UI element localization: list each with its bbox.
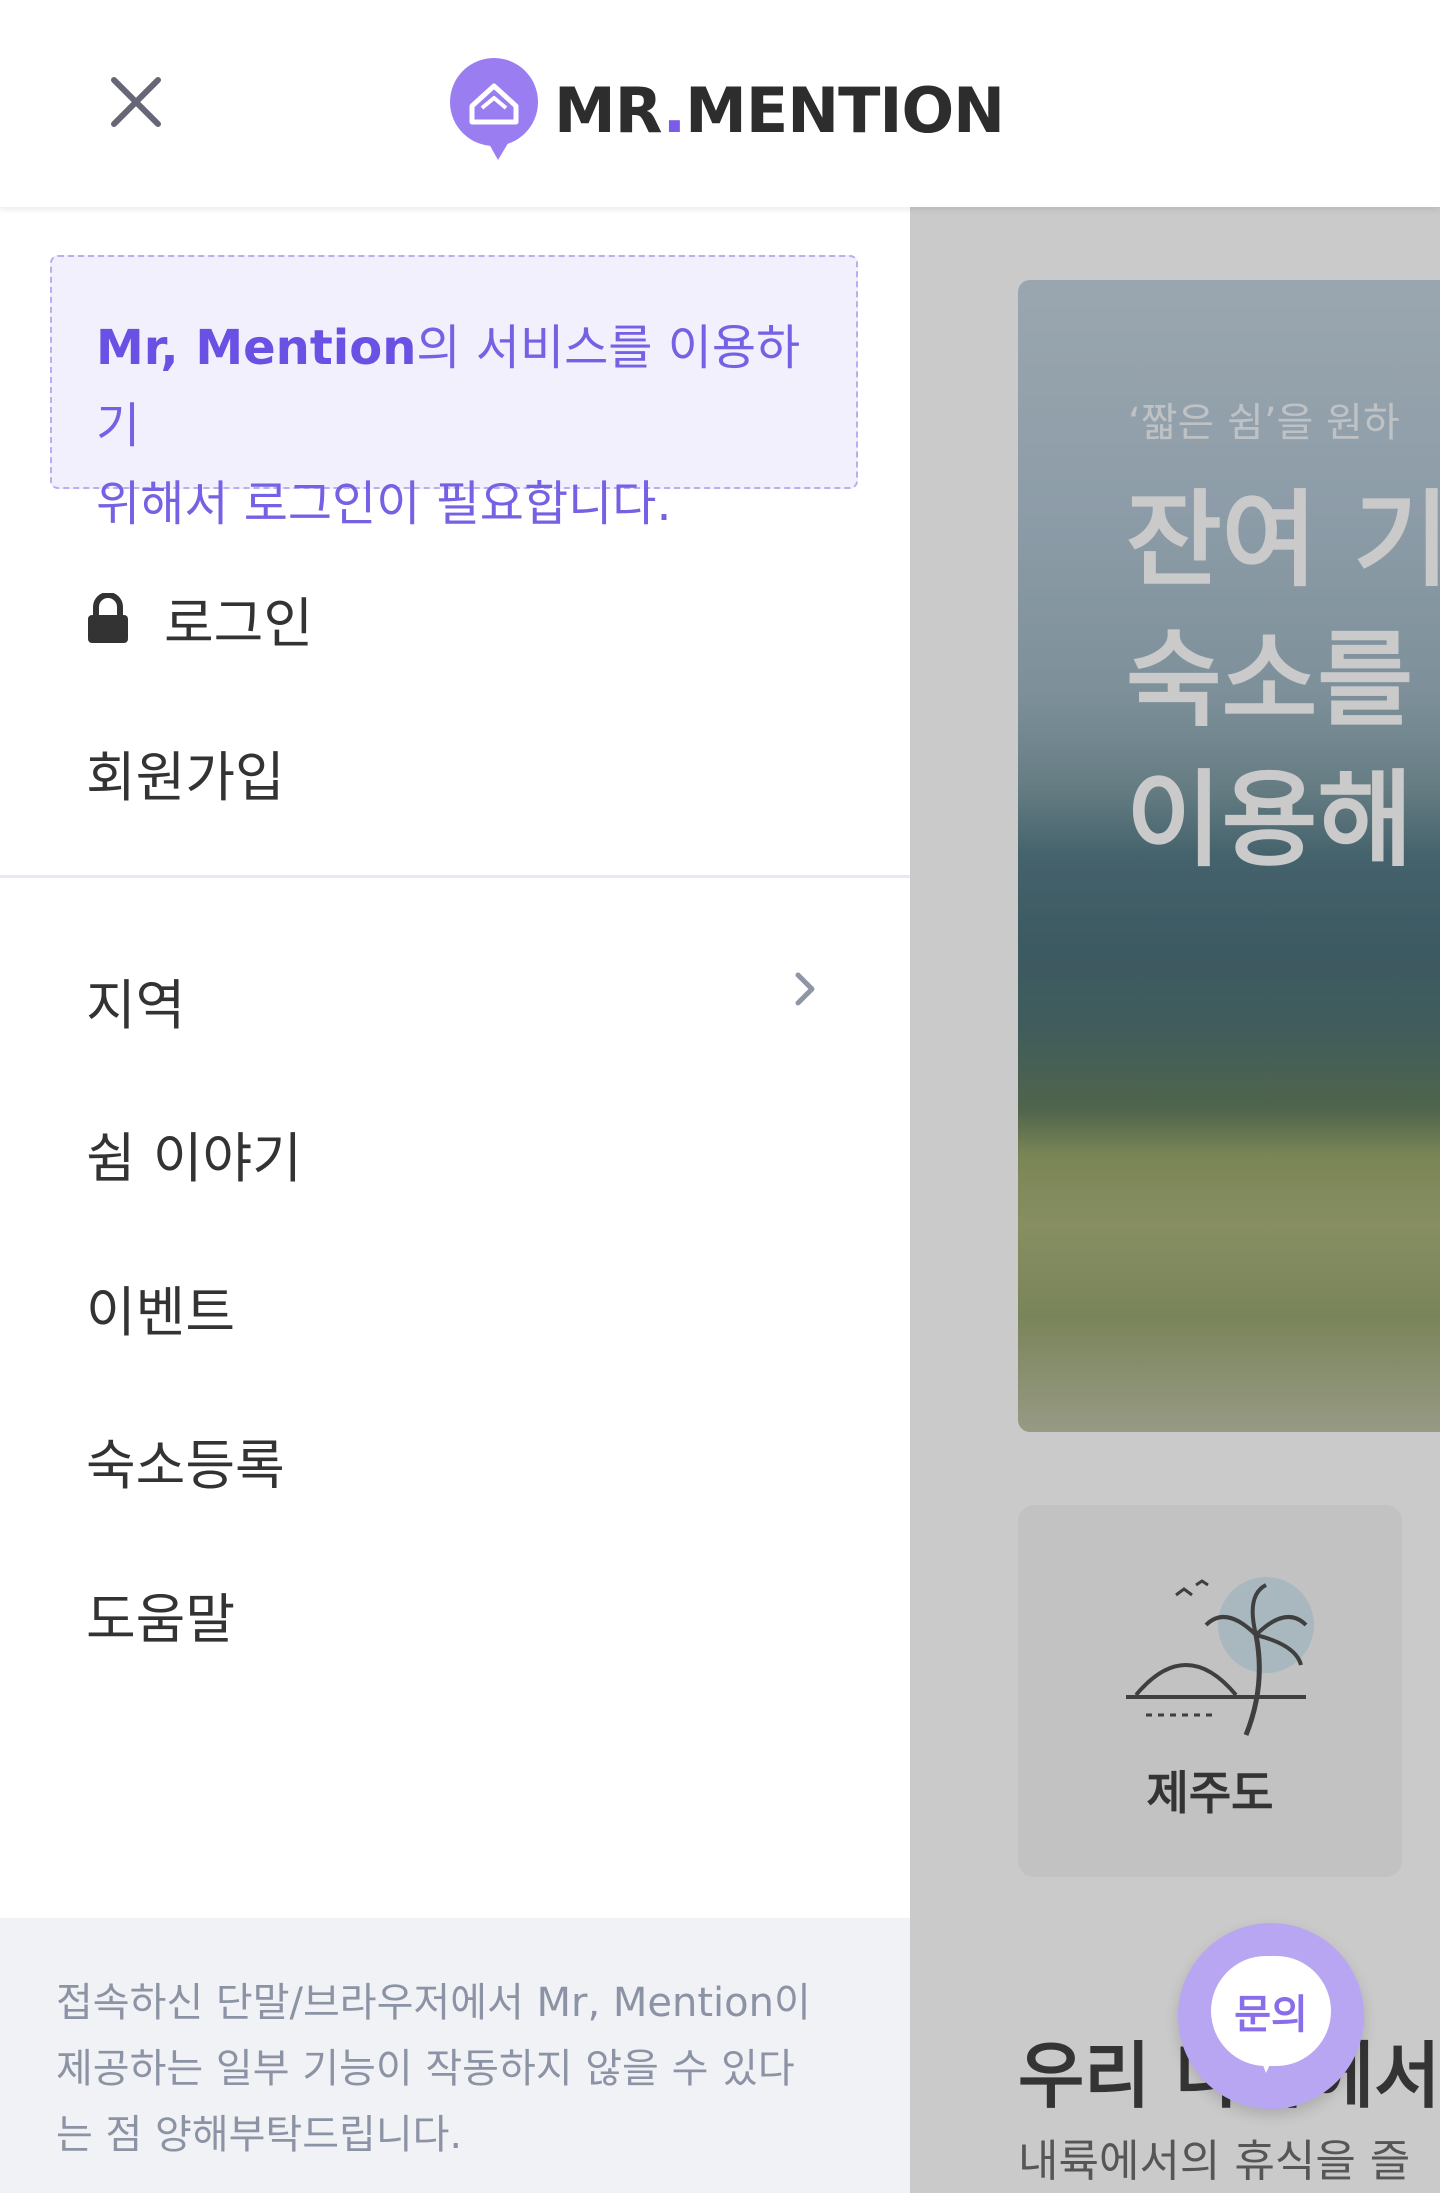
close-icon[interactable]	[100, 66, 172, 138]
lock-icon	[88, 592, 128, 643]
menu-item-label: 지역	[86, 974, 186, 1037]
menu-item-label: 이벤트	[86, 1281, 236, 1344]
chevron-right-icon[interactable]	[790, 969, 820, 1009]
top-header: MR.MENTION	[0, 0, 1440, 207]
menu-item-rest-story[interactable]: 쉼 이야기	[86, 1114, 302, 1193]
inquiry-label: 문의	[1234, 1992, 1308, 2038]
menu-item-help[interactable]: 도움말	[86, 1575, 235, 1654]
notice-text-line2: 위해서 로그인이 필요합니다.	[96, 476, 672, 532]
speech-tail-icon	[1256, 2047, 1278, 2073]
side-drawer: Mr, Mention의 서비스를 이용하기 위해서 로그인이 필요합니다. 로…	[0, 207, 910, 2193]
inquiry-button[interactable]: 문의	[1178, 1923, 1364, 2109]
dim-overlay[interactable]	[910, 207, 1440, 2193]
menu-item-label: 로그인	[164, 592, 314, 655]
menu-item-label: 숙소등록	[86, 1434, 285, 1497]
menu-item-region[interactable]: 지역	[86, 961, 826, 1040]
note-line: 는 점 양해부탁드립니다.	[56, 2112, 463, 2158]
login-notice: Mr, Mention의 서비스를 이용하기 위해서 로그인이 필요합니다.	[50, 255, 858, 532]
logo-icon	[450, 58, 538, 160]
note-line: 제공하는 일부 기능이 작동하지 않을 수 있다	[56, 2046, 795, 2092]
menu-item-label: 회원가입	[86, 746, 285, 809]
note-line: 접속하신 단말/브라우저에서 Mr, Mention이	[56, 1980, 811, 2026]
menu-item-signup[interactable]: 회원가입	[86, 733, 285, 812]
menu-item-login[interactable]: 로그인	[86, 579, 313, 658]
brand-logo[interactable]: MR.MENTION	[448, 56, 1005, 164]
logo-text: MR.MENTION	[554, 73, 1005, 147]
divider	[0, 875, 910, 878]
compatibility-note: 접속하신 단말/브라우저에서 Mr, Mention이 제공하는 일부 기능이 …	[0, 1918, 910, 2193]
menu-item-label: 도움말	[86, 1588, 236, 1651]
menu-item-event[interactable]: 이벤트	[86, 1268, 235, 1347]
menu-item-label: 쉼 이야기	[86, 1127, 302, 1190]
menu-item-register-stay[interactable]: 숙소등록	[86, 1421, 285, 1500]
notice-brand: Mr, Mention	[96, 320, 417, 376]
